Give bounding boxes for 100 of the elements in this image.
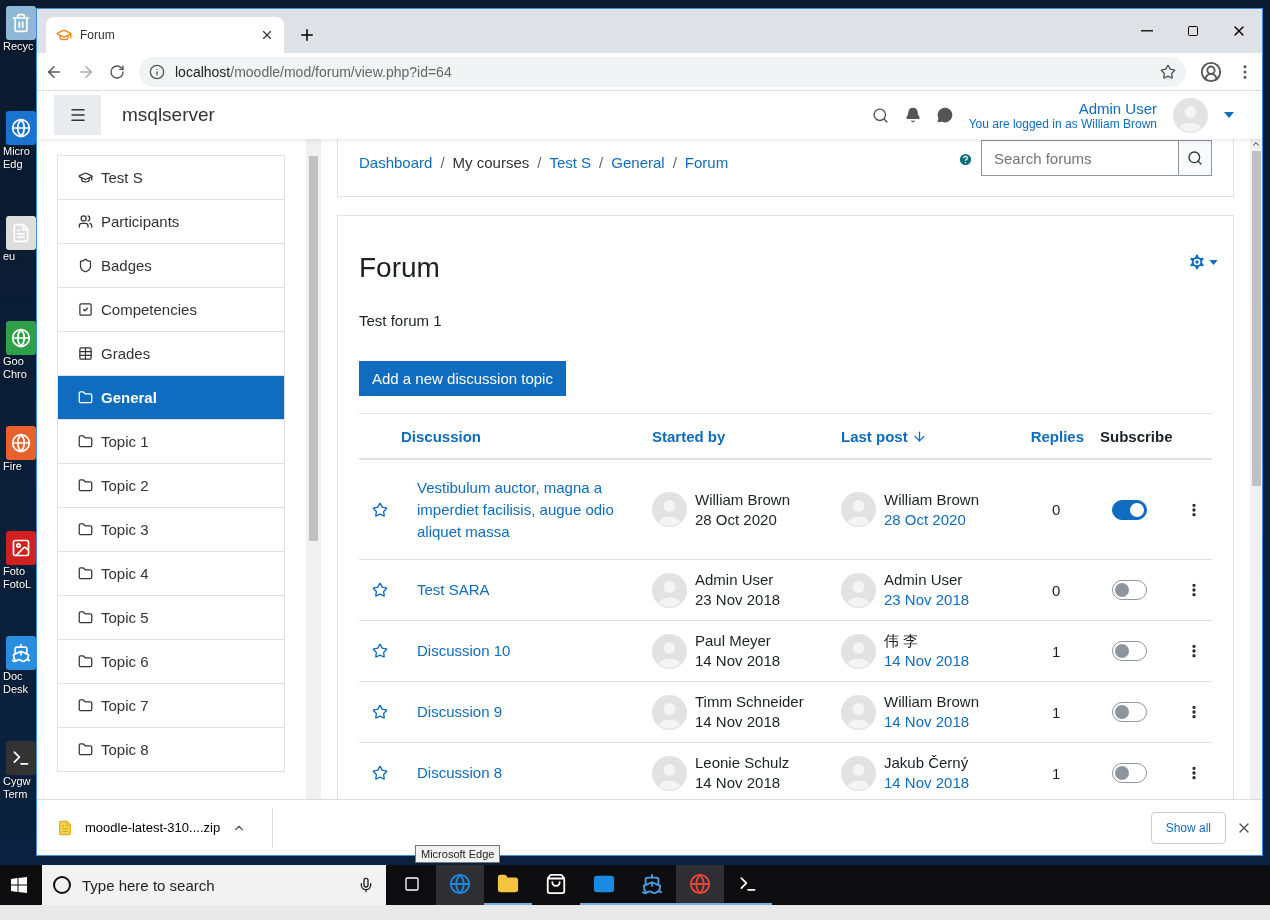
search-icon[interactable] (871, 106, 889, 124)
add-discussion-button[interactable]: Add a new discussion topic (359, 361, 566, 396)
post-date-link[interactable]: 14 Nov 2018 (884, 712, 979, 732)
edge-taskbar-icon[interactable] (436, 865, 484, 905)
search-field[interactable]: Search forums (981, 140, 1178, 176)
menu-button[interactable] (54, 95, 101, 135)
topic-title-link[interactable]: Test SARA (417, 579, 510, 601)
author-name: 伟 李 (884, 631, 920, 651)
section-label: My courses (452, 154, 530, 171)
post-date-link[interactable]: 14 Nov 2018 (884, 773, 970, 793)
info-icon[interactable] (149, 63, 165, 80)
sidebar-item[interactable]: Competencies (57, 288, 285, 332)
new-tab-icon[interactable] (298, 26, 316, 44)
desktop-shortcut-icon[interactable] (6, 741, 36, 775)
author-name: Jakub Černý (884, 753, 970, 773)
caret-icon[interactable] (1224, 112, 1234, 118)
zip-file-icon (57, 819, 73, 836)
folder-icon (78, 610, 93, 625)
star-button[interactable] (372, 704, 388, 720)
profile-icon[interactable] (1200, 60, 1222, 83)
messages-icon[interactable] (936, 107, 953, 123)
task-view-icon (404, 876, 420, 892)
post-date-link[interactable]: 28 Oct 2020 (884, 509, 979, 530)
sidebar-item[interactable]: Topic 1 (57, 420, 285, 464)
show-all-button[interactable]: Show all (1150, 811, 1226, 844)
microphone-icon[interactable] (358, 877, 374, 893)
desktop-shortcut-icon[interactable] (6, 531, 36, 565)
subscribe-toggle[interactable] (1112, 499, 1147, 520)
sidebar-item[interactable]: Topic 3 (57, 508, 285, 552)
users-icon (78, 214, 93, 229)
post-date-link[interactable]: 14 Nov 2018 (884, 651, 970, 671)
notifications-icon[interactable] (904, 107, 921, 123)
reload-icon[interactable] (109, 63, 125, 80)
breadcrumb-link[interactable]: Test S (549, 154, 592, 171)
sidebar-item[interactable]: Topic 5 (57, 596, 285, 640)
subscribe-toggle[interactable] (1112, 580, 1147, 600)
badge-icon (78, 258, 93, 273)
topic-title-link[interactable]: Discussion 9 (417, 701, 523, 723)
chrome-icon[interactable] (676, 865, 724, 905)
sidebar-item[interactable]: Topic 6 (57, 640, 285, 684)
folder-icon (78, 566, 93, 581)
author-name: Paul Meyer (695, 631, 772, 651)
sidebar-item[interactable]: Participants (57, 200, 285, 244)
sidebar-item[interactable]: General (57, 376, 285, 420)
site-name[interactable]: msqlserver (122, 104, 215, 126)
folder-icon (78, 698, 93, 713)
topic-title-link[interactable]: Discussion 10 (417, 640, 531, 662)
bookmark-star-icon[interactable] (1160, 63, 1176, 80)
maximize-icon (1187, 25, 1199, 37)
desktop-shortcut-label: Foto (2, 565, 25, 578)
star-button[interactable] (372, 643, 388, 659)
star-button[interactable] (372, 501, 388, 518)
shortcut-glyph-icon (11, 118, 31, 138)
breadcrumb-link[interactable]: Dashboard (359, 154, 433, 171)
avatar-icon (841, 755, 876, 791)
scrollbar[interactable] (306, 139, 321, 799)
star-button[interactable] (372, 765, 388, 781)
breadcrumb-link[interactable]: General (611, 154, 665, 171)
breadcrumb-separator: / (672, 154, 677, 171)
sidebar-item[interactable]: Topic 8 (57, 728, 285, 772)
avatar-icon (841, 492, 876, 527)
taskbar-search-field[interactable]: Type here to search (42, 865, 386, 905)
post-date-link[interactable]: 23 Nov 2018 (884, 590, 970, 610)
browser-tab[interactable]: Forum (46, 17, 284, 53)
sidebar-item[interactable]: Topic 2 (57, 464, 285, 508)
column-sort-link[interactable]: Discussion (401, 427, 482, 445)
subscribe-toggle[interactable] (1112, 641, 1147, 661)
sidebar-item[interactable]: Topic 7 (57, 684, 285, 728)
reply-count: 1 (1052, 764, 1061, 782)
avatar-icon (841, 572, 876, 608)
shortcut-glyph-icon (11, 433, 31, 453)
close-tab-icon[interactable] (260, 28, 274, 42)
search-button[interactable] (1178, 140, 1212, 176)
column-sort-link[interactable]: Started by (652, 427, 726, 445)
table-icon (78, 346, 93, 361)
scroll-up-icon[interactable] (1251, 139, 1261, 149)
help-icon[interactable] (958, 152, 973, 167)
sidebar-item[interactable]: Test S (57, 156, 285, 200)
folder-icon (497, 873, 519, 895)
address-bar[interactable]: localhost/moodle/mod/forum/view.php?id=64 (139, 56, 1186, 87)
column-sort-link[interactable]: Last post (841, 427, 927, 445)
subscribe-toggle[interactable] (1112, 763, 1147, 783)
scrollbar[interactable] (1250, 139, 1262, 799)
folder-icon (78, 654, 93, 669)
topic-title-link[interactable]: Discussion 8 (417, 762, 523, 784)
sidebar-item[interactable]: Grades (57, 332, 285, 376)
download-file-name[interactable]: moodle-latest-310....zip (85, 820, 221, 835)
settings-button[interactable] (1187, 252, 1218, 272)
desktop-shortcut-label: Fire (2, 460, 22, 473)
user-name-link[interactable]: Admin User (1078, 99, 1157, 117)
desktop-shortcut-label: Edg (2, 158, 23, 171)
sidebar-item[interactable]: Topic 4 (57, 552, 285, 596)
breadcrumb-link[interactable]: Forum (684, 154, 729, 171)
column-sort-link[interactable]: Replies (1030, 427, 1084, 445)
subscribe-toggle[interactable] (1112, 702, 1147, 722)
star-button[interactable] (372, 582, 388, 598)
windows-logo-icon (11, 877, 27, 893)
topic-title-link[interactable]: Vestibulum auctor, magna a imperdiet facilisis, augue odio aliquet massa (417, 476, 652, 543)
sidebar-item[interactable]: Badges (57, 244, 285, 288)
folder-icon (78, 478, 93, 493)
